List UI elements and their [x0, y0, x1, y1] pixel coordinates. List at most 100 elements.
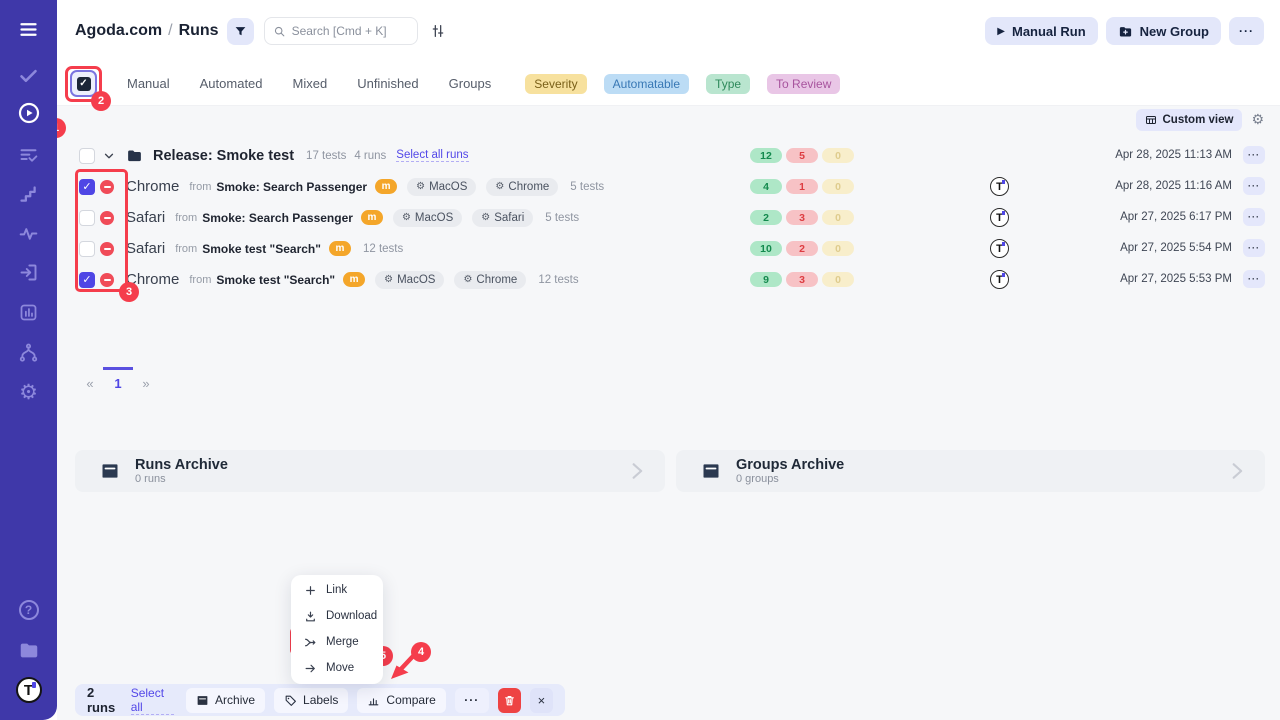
- manual-badge: m: [375, 179, 397, 194]
- passed-pill: 12: [750, 148, 782, 163]
- menu-item-move[interactable]: Move: [291, 655, 383, 681]
- select-all-runs-link[interactable]: Select all runs: [396, 149, 468, 162]
- row-checkbox[interactable]: [79, 148, 95, 164]
- assignee-avatar: T: [990, 270, 1009, 289]
- sidebar-item-runs[interactable]: [0, 95, 57, 131]
- failed-status-icon: [100, 273, 114, 287]
- more-actions-button[interactable]: ···: [1229, 17, 1264, 45]
- ellipsis-icon: ···: [1248, 181, 1260, 191]
- view-gear-icon[interactable]: ⚙: [1251, 113, 1264, 127]
- delete-button[interactable]: [498, 688, 521, 713]
- other-pill: 0: [822, 210, 854, 225]
- filter-badge-severity[interactable]: Severity: [525, 74, 586, 94]
- ellipsis-icon: ···: [1248, 274, 1260, 284]
- failed-pill: 3: [786, 272, 818, 287]
- row-more-button[interactable]: ···: [1243, 239, 1265, 257]
- run-name[interactable]: Chrome: [126, 178, 179, 195]
- projects-folder-icon[interactable]: [0, 632, 57, 668]
- new-group-button[interactable]: New Group: [1106, 17, 1221, 45]
- chevron-down-icon[interactable]: [102, 149, 116, 163]
- tab-mixed[interactable]: Mixed: [293, 76, 328, 91]
- pagination-prev[interactable]: «: [75, 376, 105, 391]
- sidebar-item-tests[interactable]: [0, 57, 57, 93]
- env-chip: ⚙Chrome: [454, 271, 526, 289]
- play-icon: ▶: [997, 26, 1005, 37]
- sidebar-item-pulse[interactable]: [0, 215, 57, 251]
- view-settings-sliders-icon[interactable]: [430, 23, 446, 39]
- menu-item-merge[interactable]: Merge: [291, 629, 383, 655]
- labels-button[interactable]: Labels: [274, 688, 348, 713]
- context-menu: Link Download Merge Move: [291, 575, 383, 684]
- pagination-next[interactable]: »: [131, 376, 161, 391]
- group-name[interactable]: Release: Smoke test: [153, 148, 294, 164]
- close-action-bar-button[interactable]: ×: [530, 688, 553, 713]
- archive-button[interactable]: Archive: [186, 688, 265, 713]
- other-pill: 0: [822, 179, 854, 194]
- breadcrumb-separator: /: [162, 22, 178, 39]
- more-bulk-actions-button[interactable]: ···: [455, 688, 489, 713]
- filter-badge-automatable[interactable]: Automatable: [604, 74, 689, 94]
- manual-badge: m: [329, 241, 351, 256]
- search-box[interactable]: [264, 17, 418, 45]
- pagination-page-1[interactable]: 1: [105, 376, 131, 391]
- sidebar-item-import[interactable]: [0, 254, 57, 290]
- from-label: from: [189, 181, 211, 193]
- row-checkbox[interactable]: ✓: [79, 241, 95, 257]
- menu-item-download[interactable]: Download: [291, 603, 383, 629]
- run-date: Apr 27, 2025 5:54 PM: [1120, 242, 1232, 254]
- manual-run-button[interactable]: ▶ Manual Run: [985, 17, 1097, 45]
- search-input[interactable]: [292, 24, 402, 38]
- run-name[interactable]: Chrome: [126, 271, 179, 288]
- filter-badge-to-review[interactable]: To Review: [767, 74, 840, 94]
- custom-view-button[interactable]: Custom view: [1136, 109, 1243, 131]
- run-source: Smoke test "Search": [216, 273, 335, 287]
- table-row: ✓ Chrome from Smoke test "Search" m ⚙Mac…: [75, 264, 1265, 295]
- tab-manual[interactable]: Manual: [127, 76, 170, 91]
- run-name[interactable]: Safari: [126, 209, 165, 226]
- gear-icon: ⚙: [463, 274, 472, 285]
- from-label: from: [189, 274, 211, 286]
- row-more-button[interactable]: ···: [1243, 208, 1265, 226]
- sidebar-item-test-plans[interactable]: [0, 137, 57, 173]
- sidebar-item-milestones[interactable]: [0, 176, 57, 212]
- menu-item-link[interactable]: Link: [291, 577, 383, 603]
- tab-groups[interactable]: Groups: [449, 76, 492, 91]
- archive-subtitle: 0 groups: [736, 473, 844, 485]
- groups-archive-card[interactable]: Groups Archive 0 groups: [676, 450, 1265, 492]
- run-date: Apr 27, 2025 5:53 PM: [1120, 273, 1232, 285]
- filter-badge-type[interactable]: Type: [706, 74, 750, 94]
- compare-button[interactable]: Compare: [357, 688, 445, 713]
- select-all-runs-button[interactable]: ✓: [70, 70, 97, 97]
- sidebar-item-branches[interactable]: [0, 334, 57, 370]
- row-more-button[interactable]: ···: [1243, 146, 1265, 164]
- row-checkbox[interactable]: ✓: [79, 210, 95, 226]
- help-icon[interactable]: ?: [0, 592, 57, 628]
- trash-icon: [503, 694, 516, 707]
- assignee-avatar: T: [990, 177, 1009, 196]
- tab-unfinished[interactable]: Unfinished: [357, 76, 418, 91]
- passed-pill: 4: [750, 179, 782, 194]
- run-name[interactable]: Safari: [126, 240, 165, 257]
- breadcrumb-project[interactable]: Agoda.com: [75, 22, 162, 39]
- avatar[interactable]: T: [0, 672, 57, 708]
- sidebar: ⚙ ? T: [0, 0, 57, 720]
- env-chip: ⚙MacOS: [393, 209, 462, 227]
- tests-count: 12 tests: [363, 243, 403, 255]
- row-more-button[interactable]: ···: [1243, 177, 1265, 195]
- close-icon: ×: [538, 693, 546, 708]
- row-checkbox[interactable]: ✓: [79, 272, 95, 288]
- manual-badge: m: [361, 210, 383, 225]
- row-checkbox[interactable]: ✓: [79, 179, 95, 195]
- hamburger-menu-icon[interactable]: [0, 11, 57, 47]
- checked-box-icon: ✓: [77, 77, 91, 91]
- passed-pill: 10: [750, 241, 782, 256]
- runs-archive-card[interactable]: Runs Archive 0 runs: [75, 450, 665, 492]
- table-row: ✓ Safari from Smoke test "Search" m ⚙ ⚙ …: [75, 233, 1265, 264]
- filter-button[interactable]: [227, 18, 254, 45]
- tab-automated[interactable]: Automated: [200, 76, 263, 91]
- row-more-button[interactable]: ···: [1243, 270, 1265, 288]
- select-all-link[interactable]: Select all: [131, 686, 174, 715]
- run-date: Apr 28, 2025 11:13 AM: [1115, 149, 1232, 161]
- sidebar-item-reports[interactable]: [0, 294, 57, 330]
- sidebar-item-settings-gear-icon[interactable]: ⚙: [0, 374, 57, 410]
